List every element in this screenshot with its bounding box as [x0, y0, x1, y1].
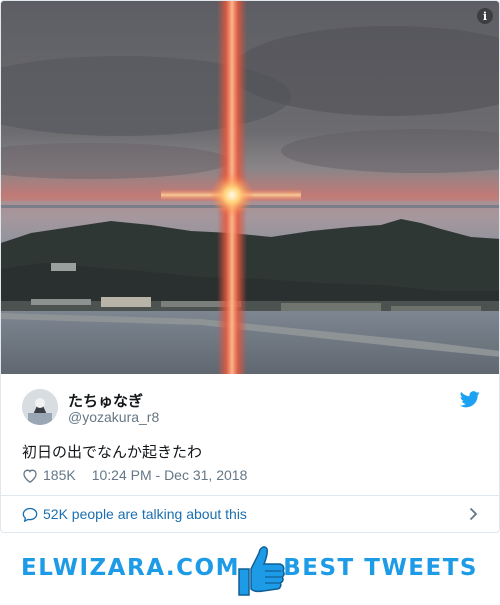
talking-about-link[interactable]: 52K people are talking about this — [22, 504, 482, 524]
info-icon[interactable]: i — [477, 8, 493, 24]
like-count[interactable]: 185K — [43, 467, 76, 483]
tweet-author[interactable]: たちゅなぎ @yozakura_r8 — [22, 389, 482, 429]
tweet-photo[interactable]: i — [1, 1, 499, 374]
talking-about-text[interactable]: 52K people are talking about this — [43, 506, 247, 522]
heart-icon[interactable] — [22, 468, 38, 483]
twitter-bird-icon[interactable] — [460, 391, 480, 408]
best-tweets-label: BEST TWEETS — [283, 555, 478, 581]
tweet-meta: 185K 10:24 PM - Dec 31, 2018 — [22, 465, 247, 485]
author-handle[interactable]: @yozakura_r8 — [68, 409, 159, 425]
chevron-right-icon[interactable] — [469, 507, 478, 521]
tweet-timestamp[interactable]: 10:24 PM - Dec 31, 2018 — [92, 467, 248, 483]
speech-bubble-icon — [22, 507, 38, 522]
thumbs-up-icon — [238, 546, 285, 596]
footer-banner: ELWIZARA.COM BEST TWEETS — [0, 533, 500, 605]
avatar[interactable] — [22, 389, 58, 425]
tweet-text: 初日の出でなんか起きたわ — [22, 443, 203, 461]
brand-name[interactable]: ELWIZARA.COM — [21, 555, 240, 581]
tweet-card[interactable]: i たちゅなぎ @yozakura_r8 初日の出でなんか起きたわ 185K 1… — [0, 0, 500, 533]
author-display-name[interactable]: たちゅなぎ — [68, 390, 143, 411]
divider — [1, 495, 499, 496]
